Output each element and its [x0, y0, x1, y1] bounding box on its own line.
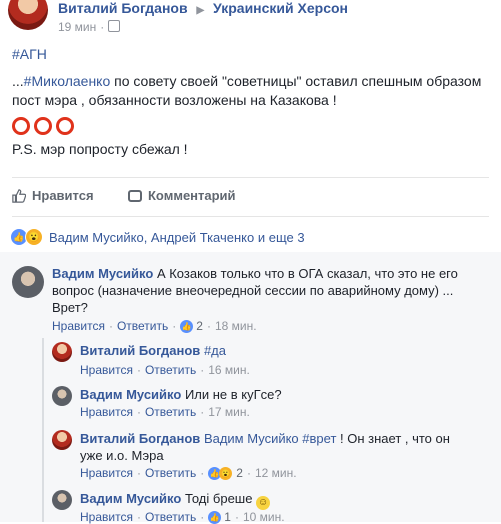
post-body-line2: пост мэра , обязанности возложены на Каз…: [12, 92, 337, 108]
replier-name[interactable]: Вадим Мусийко: [80, 491, 181, 506]
post-hashtag[interactable]: #АГН: [12, 45, 47, 64]
reply-reply-link[interactable]: Ответить: [145, 363, 196, 377]
reply-time[interactable]: 17 мин.: [208, 405, 250, 419]
reaction-count[interactable]: 2: [196, 319, 203, 333]
replier-avatar[interactable]: [52, 430, 72, 450]
comment-like-link[interactable]: Нравится: [52, 319, 105, 333]
commenter-name[interactable]: Вадим Мусийко: [52, 266, 153, 281]
comment-button[interactable]: Комментарий: [128, 188, 236, 203]
hashtag-link[interactable]: #да: [204, 343, 226, 358]
divider: [12, 177, 489, 178]
circle-icon: [56, 117, 74, 135]
reply-like-link[interactable]: Нравится: [80, 363, 133, 377]
replier-name[interactable]: Вадим Мусийко: [80, 387, 181, 402]
reaction-count[interactable]: 2: [236, 466, 243, 480]
author-name-link[interactable]: Виталий Богданов: [58, 0, 188, 16]
post-body-line1: ...#Миколаенко по совету своей "советниц…: [12, 73, 482, 89]
author-avatar[interactable]: [8, 0, 48, 30]
reply-body: Вадим Мусийко Тоді бреше ☺: [80, 491, 271, 510]
hashtag-link[interactable]: #Миколаенко: [24, 73, 111, 89]
circle-icon: [12, 117, 30, 135]
reactions-summary[interactable]: 👍 😮 Вадим Мусийко, Андрей Ткаченко и еще…: [10, 228, 305, 246]
comment-actions: Нравится · Ответить · 👍 2 · 18 мин.: [52, 319, 257, 333]
comment-icon: [128, 189, 142, 202]
replier-avatar[interactable]: [52, 490, 72, 510]
post-ps: P.S. мэр попросту сбежал !: [12, 141, 188, 157]
mention-link[interactable]: Вадим Мусийко: [204, 431, 299, 446]
wow-reaction-icon: 😮: [219, 466, 233, 480]
reply-body: Вадим Мусийко Или не в куГсе?: [80, 387, 282, 402]
audience-icon[interactable]: [108, 20, 121, 32]
thumbs-up-icon: [12, 188, 26, 203]
group-name-link[interactable]: Украинский Херсон: [213, 0, 348, 16]
comment-reply-link[interactable]: Ответить: [117, 319, 168, 333]
reply-body: Виталий Богданов Вадим Мусийко #врет ! О…: [80, 431, 450, 463]
post-card: Виталий Богданов ▶ Украинский Херсон 19 …: [0, 0, 501, 524]
emoji-circles: [12, 117, 74, 135]
post-time-link[interactable]: 19 мин: [58, 20, 96, 34]
arrow-right-icon: ▶: [196, 5, 205, 16]
reply-reply-link[interactable]: Ответить: [145, 466, 196, 480]
replier-name[interactable]: Виталий Богданов: [80, 343, 200, 358]
reply-thread-line: [42, 338, 44, 522]
hashtag-link[interactable]: #врет: [302, 431, 336, 446]
reply-body: Виталий Богданов #да: [80, 342, 226, 359]
commenter-avatar[interactable]: [12, 266, 44, 298]
smile-emoji-icon: ☺: [256, 496, 271, 510]
divider: [12, 216, 489, 217]
post-meta: 19 мин ·: [58, 20, 121, 34]
reply-reply-link[interactable]: Ответить: [145, 405, 196, 419]
reply-actions: Нравится · Ответить · 👍 😮 2 · 12 мин.: [80, 466, 297, 480]
reply-time[interactable]: 16 мин.: [208, 363, 250, 377]
reply-actions: Нравится · Ответить · 16 мин.: [80, 363, 250, 377]
comment-body: Вадим Мусийко А Козаков только что в ОГА…: [52, 266, 458, 315]
reply-like-link[interactable]: Нравится: [80, 405, 133, 419]
circle-icon: [34, 117, 52, 135]
replier-avatar[interactable]: [52, 342, 72, 362]
like-reaction-icon: 👍: [180, 319, 194, 333]
wow-reaction-icon: 😮: [25, 228, 43, 246]
reply-like-link[interactable]: Нравится: [80, 466, 133, 480]
like-button[interactable]: Нравится: [12, 188, 94, 203]
comment-time[interactable]: 18 мин.: [215, 319, 257, 333]
reply-time[interactable]: 12 мин.: [255, 466, 297, 480]
post-header: Виталий Богданов ▶ Украинский Херсон: [58, 0, 348, 16]
replier-avatar[interactable]: [52, 386, 72, 406]
reply-actions: Нравится · Ответить · 17 мин.: [80, 405, 250, 419]
replier-name[interactable]: Виталий Богданов: [80, 431, 200, 446]
